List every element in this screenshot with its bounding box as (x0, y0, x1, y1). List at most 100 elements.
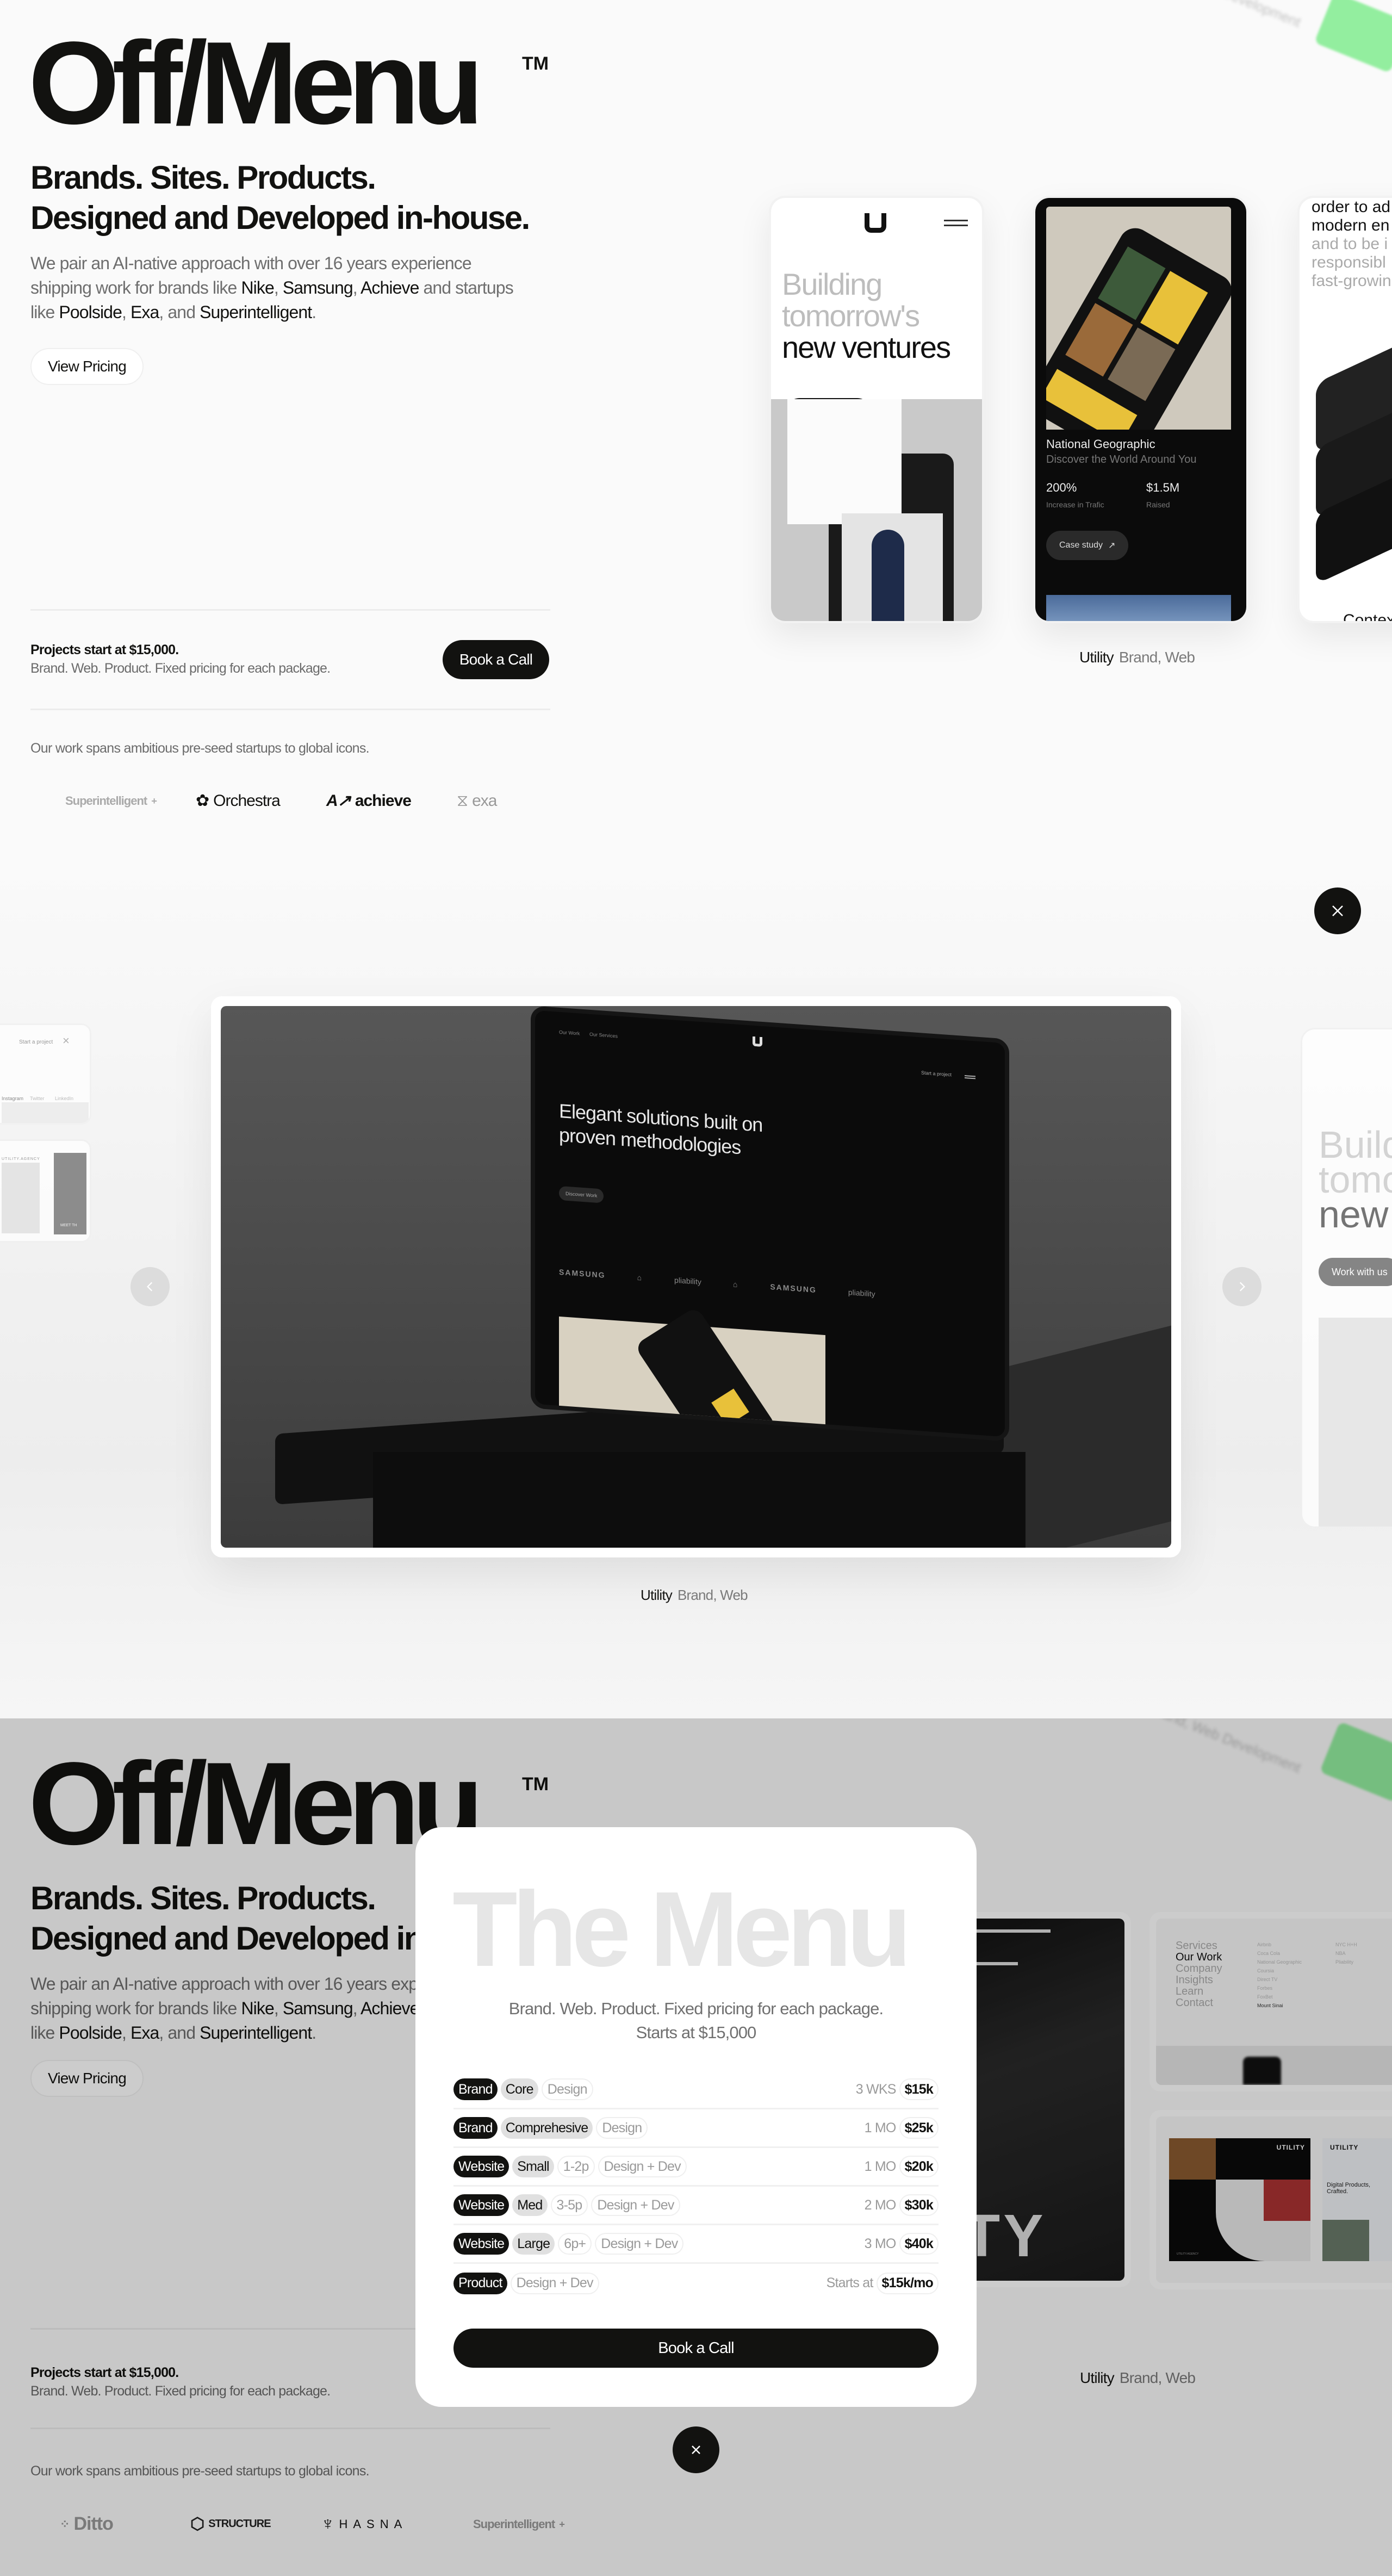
category-tag: Brand (453, 2117, 498, 2139)
tier-tag: Small (512, 2156, 554, 2177)
sky-image (1046, 595, 1231, 621)
scope-tag: Design + Dev (595, 2233, 684, 2255)
laptop-stand (373, 1452, 1026, 1548)
duration-label: 1 MO (864, 2120, 897, 2136)
scope-tag: Design + Dev (598, 2156, 687, 2177)
menu-title: The Menu (452, 1870, 912, 1989)
text-line: order to ad (1312, 198, 1391, 216)
natgeo-title: National Geographic (1046, 437, 1155, 451)
menu-book-call-button[interactable]: Book a Call (453, 2329, 939, 2368)
peek-card-right[interactable]: Build tomo new Work with us (1301, 1028, 1392, 1528)
social-link: LinkedIn (55, 1096, 74, 1101)
tagline-line-1: Brands. Sites. Products. (30, 159, 376, 196)
logo-airbnb-icon: ⌂ (732, 1280, 739, 1289)
price-badge: $40k (899, 2233, 939, 2255)
category-tag: Brand (453, 2078, 498, 2100)
pricing-row[interactable]: Brand Core Design 3 WKS $15k (453, 2071, 939, 2109)
laptop-mockup: Our Work Our Services Start a project El… (221, 1006, 1171, 1548)
stat-label: Increase in Trafic (1046, 500, 1104, 509)
headline-line: tomo (1319, 1158, 1392, 1201)
pricing-row[interactable]: Brand Comprehesive Design 1 MO $25k (453, 2109, 939, 2148)
project-card-phone-3[interactable]: order to ad modern en and to be i respon… (1297, 196, 1392, 623)
menu-close-button[interactable] (673, 2426, 719, 2473)
peek-card-left-bottom[interactable]: UTILITY.AGENCY MEET TH (0, 1139, 91, 1243)
phone1-headline: Building tomorrow's new ventures (782, 269, 951, 363)
project-lightbox: Start a project × Instagram Twitter Link… (0, 859, 1392, 1718)
duration-label: 1 MO (864, 2158, 897, 2174)
tier-tag: Med (512, 2194, 548, 2216)
agency-label: UTILITY.AGENCY (2, 1157, 40, 1161)
book-call-button[interactable]: Book a Call (443, 640, 549, 679)
case-study-button[interactable]: Case study ↗ (1046, 531, 1129, 560)
close-icon (692, 2445, 700, 2454)
subtitle-line: Starts at $15,000 (636, 2023, 757, 2042)
project-caption: Utility Brand, Web (1079, 649, 1195, 666)
client-logo-superintelligent: Superintelligent + (65, 793, 157, 808)
lightbox-close-button[interactable] (1314, 887, 1361, 934)
exa-icon: ⧖ (457, 791, 468, 810)
caption-client: Utility (641, 1587, 673, 1603)
next-arrow-button[interactable] (1222, 1267, 1262, 1306)
pricing-strip: Projects start at $15,000. Brand. Web. P… (30, 641, 331, 678)
pricing-row[interactable]: Website Large 6p+ Design + Dev 3 MO $40k (453, 2225, 939, 2264)
client-logos-row: Superintelligent + ✿ Orchestra A↗ achieve ⧖… (65, 791, 587, 810)
stat-label: Raised (1146, 500, 1170, 509)
tier-tag: Comprehesive (500, 2117, 593, 2139)
brand-logo[interactable]: Off/Menu (28, 24, 484, 141)
logo-text: Superintelligent (65, 793, 147, 808)
hero-tagline: Brands. Sites. Products. Designed and De… (30, 158, 629, 238)
peek-card-left-top[interactable]: Start a project × Instagram Twitter Link… (0, 1023, 91, 1125)
lightbox-caption: Utility Brand, Web (641, 1587, 748, 1604)
duration-label: Starts at (826, 2275, 874, 2291)
scope-tag: Design + Dev (510, 2272, 599, 2294)
blurred-services: Brand, Web Development (1147, 0, 1303, 31)
social-link: Instagram (2, 1096, 24, 1101)
logo-samsung: SAMSUNG (770, 1282, 817, 1295)
brand-achieve: Achieve (360, 278, 419, 297)
home-hero-section: Ditto Brand, Web Development Off/Menu TM… (0, 0, 1392, 859)
row-tags: Website Large 6p+ Design + Dev (453, 2233, 684, 2255)
tier-tag: Core (500, 2078, 538, 2100)
work-with-us-button[interactable]: Work with us (1319, 1258, 1392, 1286)
pricing-row[interactable]: Website Small 1-2p Design + Dev 1 MO $20k (453, 2148, 939, 2187)
text-line: fast-growin (1312, 272, 1391, 290)
discover-work-button: Discover Work (559, 1185, 604, 1203)
project-card-phone-2[interactable]: National Geographic Discover the World A… (1033, 196, 1248, 623)
hamburger-icon[interactable] (944, 220, 968, 226)
intro-and: , and (159, 302, 200, 322)
view-pricing-button[interactable]: View Pricing (30, 348, 144, 385)
close-icon: × (63, 1034, 70, 1047)
screen-nav-link: Our Services (589, 1031, 618, 1039)
row-pricing: 1 MO $20k (865, 2156, 939, 2177)
project-card-phone-1[interactable]: Building tomorrow's new ventures Work wi… (769, 196, 984, 623)
caption-client: Utility (1079, 649, 1114, 666)
orchestra-icon: ✿ (196, 792, 209, 810)
close-icon (1332, 905, 1343, 916)
row-pricing: 2 MO $30k (865, 2194, 939, 2216)
project-hero-image-card: Our Work Our Services Start a project El… (211, 996, 1181, 1557)
category-tag: Product (453, 2272, 507, 2294)
chevron-right-icon (1239, 1282, 1245, 1292)
pricing-row[interactable]: Website Med 3-5p Design + Dev 2 MO $30k (453, 2187, 939, 2225)
utility-logo-icon (753, 1036, 762, 1047)
screen-logos: SAMSUNG ⌂ pliability ⌂ SAMSUNG pliabilit… (559, 1268, 875, 1299)
row-pricing: Starts at $15k/mo (826, 2272, 939, 2294)
logo-text: exa (472, 791, 497, 810)
price-badge: $15k/mo (876, 2272, 939, 2294)
headline-line: Build (1319, 1123, 1392, 1166)
duration-label: 2 MO (864, 2197, 897, 2213)
pricing-row[interactable]: Product Design + Dev Starts at $15k/mo (453, 2264, 939, 2302)
phone3-footer: Contex (1343, 611, 1392, 623)
screen-start-project: Start a project (921, 1070, 952, 1078)
text-line: and to be i (1312, 235, 1388, 253)
hero-intro: We pair an AI-native approach with over … (30, 253, 514, 322)
screen-menu-icon (965, 1075, 975, 1079)
client-logo-orchestra: ✿ Orchestra (196, 791, 326, 810)
logo-text: achieve (355, 791, 412, 810)
duration-label: 3 MO (864, 2236, 897, 2251)
prev-arrow-button[interactable] (130, 1267, 170, 1306)
logo-airbnb-icon: ⌂ (637, 1273, 643, 1282)
caption-services: Brand, Web (1118, 649, 1195, 666)
client-logo-exa: ⧖ exa (457, 792, 587, 810)
logo-samsung: SAMSUNG (559, 1267, 606, 1280)
